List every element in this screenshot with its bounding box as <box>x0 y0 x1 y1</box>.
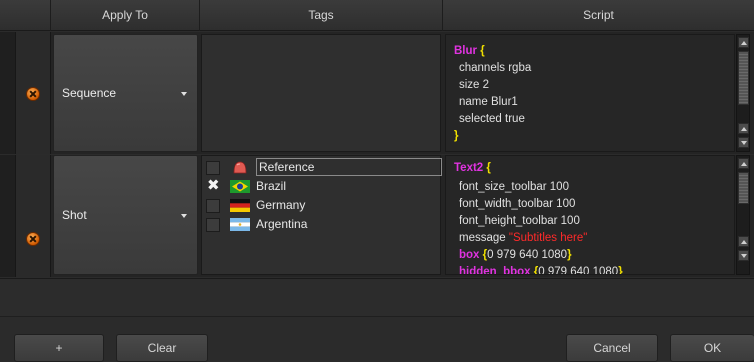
germany-flag-icon <box>230 199 250 212</box>
script-token: 0 979 640 1080 <box>538 266 619 275</box>
scroll-up-button[interactable] <box>738 123 749 134</box>
remove-row-icon[interactable] <box>26 87 40 101</box>
header-apply-to: Apply To <box>51 0 200 31</box>
script-token: name Blur1 <box>459 96 518 108</box>
script-token: font_size_toolbar 100 <box>459 181 569 193</box>
ok-button[interactable]: OK <box>670 334 754 362</box>
remove-row-icon[interactable] <box>26 232 40 246</box>
script-token: size 2 <box>459 79 490 91</box>
table-row: Shot Reference ✖ Brazil Germany Argentin… <box>0 155 754 277</box>
tags-list[interactable]: Reference ✖ Brazil Germany Argentina <box>201 155 442 275</box>
apply-to-value: Shot <box>62 208 87 222</box>
arrow-up-icon <box>741 41 747 45</box>
script-editor[interactable]: Blur { channels rgba size 2 name Blur1 selec… <box>445 34 735 152</box>
script-line: message "Subtitles here" <box>459 230 587 246</box>
script-token: Text2 <box>454 162 487 174</box>
row-index-cell <box>0 155 16 277</box>
apply-to-value: Sequence <box>62 86 117 100</box>
script-line: font_height_toolbar 100 <box>459 213 580 229</box>
scroll-down-button[interactable] <box>738 250 749 261</box>
scroll-up-button[interactable] <box>738 236 749 247</box>
header-tags: Tags <box>200 0 443 31</box>
apply-to-dropdown[interactable]: Sequence <box>53 34 198 152</box>
brazil-flag-icon <box>230 180 250 193</box>
script-token: "Subtitles here" <box>508 232 588 244</box>
tag-checkbox[interactable] <box>206 199 220 213</box>
tag-checkbox[interactable] <box>206 161 220 175</box>
script-line: font_width_toolbar 100 <box>459 196 575 212</box>
script-token: message <box>459 232 509 244</box>
script-token: font_height_toolbar 100 <box>459 215 580 227</box>
script-line: Text2 { <box>454 160 491 176</box>
script-token: { <box>486 162 491 174</box>
tag-name: Brazil <box>256 179 287 193</box>
script-token: } <box>618 266 623 275</box>
row-action-cell <box>16 32 51 154</box>
chevron-down-icon <box>181 214 187 218</box>
script-token: { <box>480 45 485 57</box>
arrow-down-icon <box>741 141 747 145</box>
row-index-cell <box>0 32 16 154</box>
script-line: channels rgba <box>459 60 531 76</box>
row-action-cell <box>16 155 51 277</box>
cancel-button[interactable]: Cancel <box>566 334 658 362</box>
script-line: font_size_toolbar 100 <box>459 179 569 195</box>
tag-item-germany[interactable]: Germany <box>206 196 440 215</box>
script-token: 0 979 640 1080 <box>487 249 568 261</box>
script-line: selected true <box>459 111 525 127</box>
script-line: hidden_bbox {0 979 640 1080} <box>459 264 623 275</box>
argentina-flag-icon <box>230 218 250 231</box>
arrow-down-icon <box>741 254 747 258</box>
script-scrollbar[interactable] <box>736 155 750 275</box>
script-line: box {0 979 640 1080} <box>459 247 572 263</box>
script-token: box <box>459 249 483 261</box>
tags-list[interactable] <box>201 34 441 152</box>
scroll-down-button[interactable] <box>738 137 749 148</box>
tag-item-brazil[interactable]: ✖ Brazil <box>206 177 440 196</box>
script-token: hidden_bbox <box>459 266 534 275</box>
header-index-cell <box>0 0 51 31</box>
script-line: size 2 <box>459 77 489 93</box>
tag-name: Reference <box>256 158 442 176</box>
scroll-thumb[interactable] <box>738 172 749 204</box>
reference-icon <box>233 161 247 174</box>
script-token: } <box>454 130 459 142</box>
table-row: Sequence Blur { channels rgba size 2 name B… <box>0 32 754 154</box>
tag-item-argentina[interactable]: Argentina <box>206 215 440 234</box>
scroll-up-button[interactable] <box>738 158 749 169</box>
script-scrollbar[interactable] <box>736 34 750 152</box>
arrow-up-icon <box>741 127 747 131</box>
script-editor[interactable]: Text2 { font_size_toolbar 100 font_width_t… <box>445 155 735 275</box>
column-header-bar: Apply To Tags Script <box>0 0 754 31</box>
add-button[interactable]: + <box>14 334 104 362</box>
scroll-up-button[interactable] <box>738 37 749 48</box>
tag-item-reference[interactable]: Reference <box>206 158 442 177</box>
scroll-thumb[interactable] <box>738 51 749 105</box>
empty-row-area <box>0 278 754 317</box>
script-token: font_width_toolbar 100 <box>459 198 576 210</box>
arrow-up-icon <box>741 162 747 166</box>
script-token: channels rgba <box>459 62 532 74</box>
script-token: Blur <box>454 45 481 57</box>
header-script: Script <box>583 8 614 22</box>
tag-name: Argentina <box>256 217 308 231</box>
script-line: Blur { <box>454 43 485 59</box>
script-token: selected true <box>459 113 525 125</box>
arrow-up-icon <box>741 240 747 244</box>
clear-button[interactable]: Clear <box>116 334 208 362</box>
chevron-down-icon <box>181 92 187 96</box>
tag-checkbox[interactable] <box>206 218 220 232</box>
script-line: } <box>454 128 458 144</box>
apply-to-dropdown[interactable]: Shot <box>53 155 198 275</box>
checked-x-icon[interactable]: ✖ <box>207 177 221 195</box>
script-line: name Blur1 <box>459 94 518 110</box>
script-token: } <box>567 249 572 261</box>
tag-name: Germany <box>256 198 306 212</box>
